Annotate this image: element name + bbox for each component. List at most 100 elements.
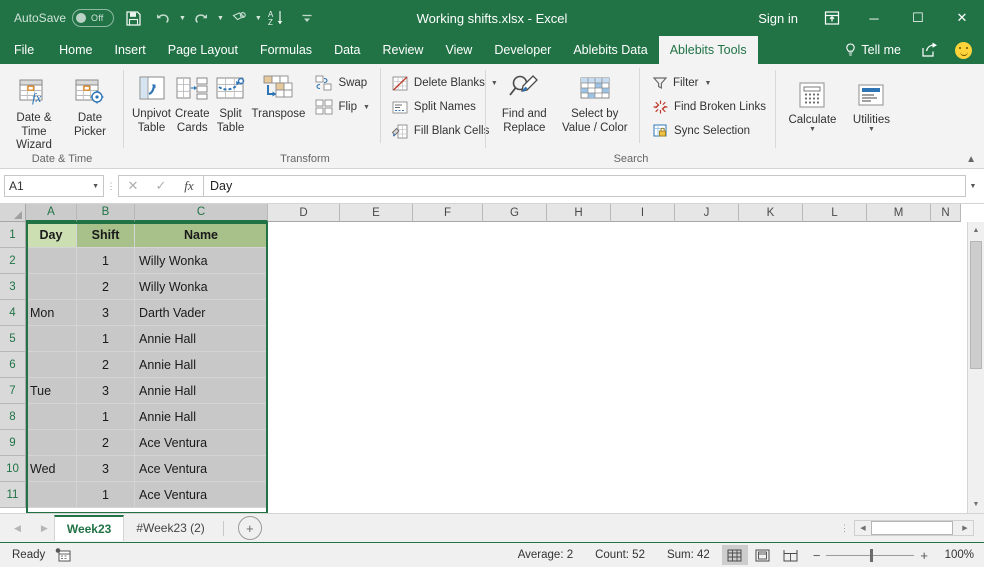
- column-header-f[interactable]: F: [413, 204, 483, 222]
- row-header-4[interactable]: 4: [0, 300, 26, 326]
- horizontal-scroll-thumb[interactable]: [871, 521, 953, 535]
- column-header-c[interactable]: C: [135, 204, 268, 222]
- share-icon[interactable]: [911, 42, 949, 58]
- vertical-scroll-thumb[interactable]: [970, 241, 982, 369]
- close-button[interactable]: ✕: [940, 0, 984, 36]
- row-header-11[interactable]: 11: [0, 482, 26, 508]
- cell-c2[interactable]: Willy Wonka: [135, 248, 268, 274]
- next-sheet-icon[interactable]: ▶: [41, 523, 48, 534]
- utilities-dropdown-icon[interactable]: ▼: [868, 126, 875, 133]
- status-count[interactable]: Count: 52: [584, 549, 656, 561]
- sign-in-button[interactable]: Sign in: [744, 11, 812, 26]
- column-header-g[interactable]: G: [483, 204, 547, 222]
- date-picker-button[interactable]: Date Picker: [62, 72, 118, 139]
- horizontal-split-grip[interactable]: ⋮: [840, 524, 849, 533]
- calculate-dropdown-icon[interactable]: ▼: [809, 126, 816, 133]
- record-macro-icon[interactable]: [55, 548, 71, 562]
- cell-a3[interactable]: [26, 274, 77, 300]
- cell-a5[interactable]: [26, 326, 77, 352]
- find-and-replace-button[interactable]: Find and Replace: [492, 68, 557, 135]
- unpivot-table-button[interactable]: Unpivot Table: [130, 68, 173, 135]
- cell-a4[interactable]: Mon: [26, 300, 77, 326]
- cell-b1[interactable]: Shift: [77, 222, 135, 248]
- transpose-button[interactable]: Transpose: [250, 68, 308, 121]
- zoom-out-button[interactable]: −: [813, 548, 821, 563]
- maximize-button[interactable]: ☐: [896, 0, 940, 36]
- cell-a2[interactable]: [26, 248, 77, 274]
- name-box[interactable]: A1 ▼: [4, 175, 104, 197]
- cell-c9[interactable]: Ace Ventura: [135, 430, 268, 456]
- column-header-k[interactable]: K: [739, 204, 803, 222]
- tab-home[interactable]: Home: [48, 36, 103, 64]
- cell-b8[interactable]: 1: [77, 404, 135, 430]
- cell-b2[interactable]: 1: [77, 248, 135, 274]
- column-header-b[interactable]: B: [77, 204, 135, 222]
- row-header-2[interactable]: 2: [0, 248, 26, 274]
- tab-formulas[interactable]: Formulas: [249, 36, 323, 64]
- column-header-i[interactable]: I: [611, 204, 675, 222]
- cell-b5[interactable]: 1: [77, 326, 135, 352]
- find-broken-links-button[interactable]: Find Broken Links: [648, 95, 770, 119]
- sync-selection-button[interactable]: Sync Selection: [648, 119, 770, 143]
- cell-b10[interactable]: 3: [77, 456, 135, 482]
- cell-b4[interactable]: 3: [77, 300, 135, 326]
- scroll-right-button[interactable]: ▶: [957, 521, 973, 535]
- autosave-toggle[interactable]: AutoSave Off: [14, 9, 115, 27]
- row-header-7[interactable]: 7: [0, 378, 26, 404]
- cell-c7[interactable]: Annie Hall: [135, 378, 268, 404]
- zoom-slider-thumb[interactable]: [870, 548, 874, 562]
- zoom-level-label[interactable]: 100%: [934, 549, 974, 561]
- undo-icon[interactable]: [148, 5, 178, 31]
- customize-quick-access-toolbar-icon[interactable]: [292, 5, 322, 31]
- cell-c8[interactable]: Annie Hall: [135, 404, 268, 430]
- utilities-button[interactable]: Utilities ▼: [843, 74, 900, 133]
- sort-ascending-icon[interactable]: AZ: [262, 5, 292, 31]
- row-header-5[interactable]: 5: [0, 326, 26, 352]
- tell-me-button[interactable]: Tell me: [835, 43, 911, 57]
- cell-b7[interactable]: 3: [77, 378, 135, 404]
- column-header-n[interactable]: N: [931, 204, 961, 222]
- row-header-1[interactable]: 1: [0, 222, 26, 248]
- redo-icon[interactable]: [186, 5, 216, 31]
- undo-dropdown-icon[interactable]: ▼: [179, 15, 186, 22]
- ribbon-display-options-icon[interactable]: [812, 0, 852, 36]
- autosave-switch[interactable]: Off: [72, 9, 115, 27]
- row-header-6[interactable]: 6: [0, 352, 26, 378]
- sheet-tab-week23[interactable]: Week23: [53, 515, 125, 541]
- insert-function-button[interactable]: fx: [175, 176, 203, 196]
- cell-a10[interactable]: Wed: [26, 456, 77, 482]
- cell-a9[interactable]: [26, 430, 77, 456]
- swap-button[interactable]: Swap: [311, 71, 373, 95]
- vertical-scrollbar[interactable]: ▲ ▼: [967, 222, 984, 513]
- scroll-up-button[interactable]: ▲: [968, 222, 984, 239]
- horizontal-scrollbar[interactable]: ◀ ▶: [854, 520, 974, 536]
- minimize-button[interactable]: ─: [852, 0, 896, 36]
- select-by-value-color-button[interactable]: Select by Value / Color: [557, 68, 633, 135]
- cell-c5[interactable]: Annie Hall: [135, 326, 268, 352]
- tab-review[interactable]: Review: [371, 36, 434, 64]
- status-average[interactable]: Average: 2: [507, 549, 584, 561]
- redo-dropdown-icon[interactable]: ▼: [217, 15, 224, 22]
- expand-formula-bar-icon[interactable]: ▼: [966, 183, 980, 190]
- formula-input[interactable]: Day: [203, 175, 966, 197]
- scroll-left-button[interactable]: ◀: [855, 521, 871, 535]
- column-header-d[interactable]: D: [268, 204, 340, 222]
- create-cards-button[interactable]: Create Cards: [173, 68, 212, 135]
- cancel-entry-button[interactable]: ✕: [119, 176, 147, 196]
- select-all-button[interactable]: [0, 204, 26, 222]
- tab-page-layout[interactable]: Page Layout: [157, 36, 249, 64]
- row-header-3[interactable]: 3: [0, 274, 26, 300]
- tab-file[interactable]: File: [0, 36, 48, 64]
- date-time-wizard-button[interactable]: fx Date & Time Wizard: [6, 72, 62, 152]
- cell-a6[interactable]: [26, 352, 77, 378]
- calculate-button[interactable]: Calculate ▼: [782, 74, 843, 133]
- normal-view-button[interactable]: [721, 545, 748, 565]
- confirm-entry-button[interactable]: ✓: [147, 176, 175, 196]
- cell-b9[interactable]: 2: [77, 430, 135, 456]
- tab-data[interactable]: Data: [323, 36, 371, 64]
- tab-insert[interactable]: Insert: [104, 36, 157, 64]
- row-header-9[interactable]: 9: [0, 430, 26, 456]
- cell-a7[interactable]: Tue: [26, 378, 77, 404]
- save-icon[interactable]: [118, 5, 148, 31]
- column-header-a[interactable]: A: [26, 204, 77, 222]
